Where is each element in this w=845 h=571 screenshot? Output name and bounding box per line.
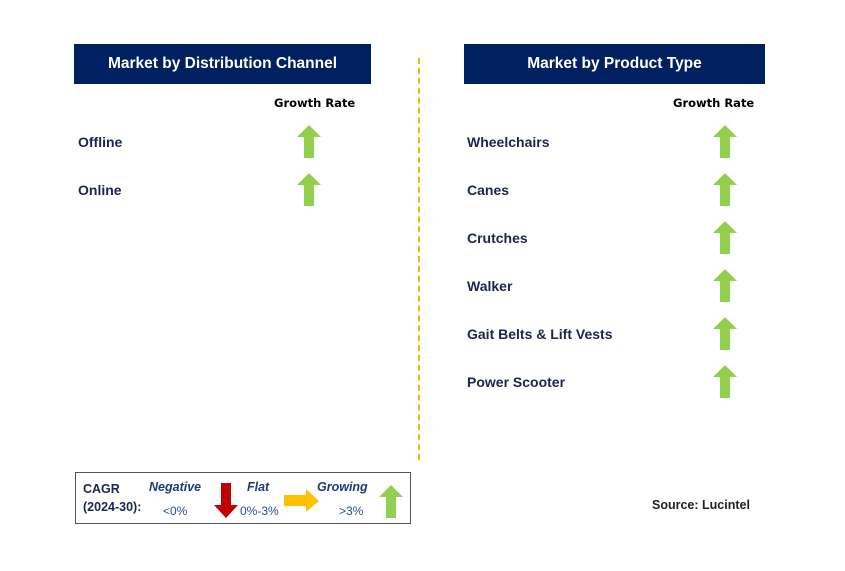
down-arrow-icon (214, 483, 238, 518)
legend-negative: Negative (149, 480, 202, 494)
right-growth-rate-header: Growth Rate (673, 96, 755, 110)
right-arrow-icon (284, 489, 319, 512)
row-label: Walker (467, 278, 513, 294)
growth-up-arrow-icon (297, 173, 321, 206)
legend-flat-range: 0%-3% (240, 504, 279, 518)
row-label: Online (78, 182, 122, 198)
row-label: Gait Belts & Lift Vests (467, 326, 613, 342)
divider-line (418, 58, 420, 460)
legend-cagr: CAGR (83, 482, 120, 496)
growth-up-arrow-icon (713, 317, 737, 350)
product-type-header: Market by Product Type (464, 44, 765, 84)
row-label: Crutches (467, 230, 528, 246)
up-arrow-icon (379, 485, 403, 518)
growth-up-arrow-icon (713, 173, 737, 206)
legend-flat: Flat (247, 480, 270, 494)
row-label: Canes (467, 182, 510, 198)
infographic: Market by Distribution Channel Market by… (0, 0, 845, 571)
legend-period: (2024-30): (83, 500, 142, 514)
row-label: Offline (78, 134, 123, 150)
growth-up-arrow-icon (297, 125, 321, 158)
growth-up-arrow-icon (713, 125, 737, 158)
legend: CAGR (2024-30): Negative <0% Flat 0%-3% … (75, 472, 411, 524)
distribution-channel-header: Market by Distribution Channel (74, 44, 371, 84)
row-label: Wheelchairs (467, 134, 550, 150)
growth-up-arrow-icon (713, 269, 737, 302)
row-label: Power Scooter (467, 374, 566, 390)
source-note: Source: Lucintel (652, 498, 750, 512)
left-growth-rate-header: Growth Rate (274, 96, 356, 110)
growth-up-arrow-icon (713, 365, 737, 398)
growth-up-arrow-icon (713, 221, 737, 254)
legend-negative-range: <0% (163, 504, 188, 518)
legend-growing-range: >3% (339, 504, 364, 518)
legend-growing: Growing (317, 480, 368, 494)
